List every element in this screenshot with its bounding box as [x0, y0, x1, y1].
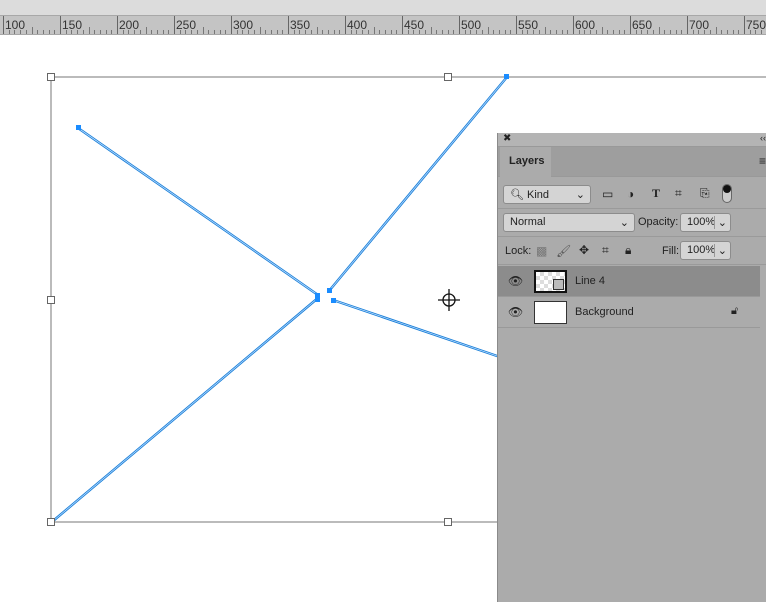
tab-layers[interactable]: Layers [500, 147, 551, 177]
lock-position-move-icon[interactable]: ✥ [579, 243, 589, 257]
layer-name[interactable]: Line 4 [575, 275, 605, 287]
anchor-point [327, 288, 332, 293]
filter-kind-select[interactable]: 🔍︎ Kind ⌄ [503, 185, 591, 204]
shape-filter-icon[interactable]: ⌗ [675, 186, 682, 201]
chevron-down-icon[interactable]: ⌄ [713, 244, 727, 257]
layers-panel: ✖ ‹‹ Layers ≡ 🔍︎ Kind ⌄ ▭ ◑ T ⌗ ⎘ Normal ⌄ O… [497, 133, 766, 602]
adjustment-filter-icon[interactable]: ◑ [627, 187, 634, 201]
anchor-point [315, 297, 320, 302]
search-icon: 🔍︎ [510, 189, 524, 201]
layer-thumbnail [534, 301, 567, 324]
chevron-down-icon: ⌄ [575, 189, 585, 201]
anchor-point [331, 298, 336, 303]
fill-label: Fill: [662, 245, 680, 257]
lock-all-icon[interactable]: 🔒︎ [625, 243, 631, 258]
transform-handle [47, 73, 55, 81]
eye-visibility-icon[interactable]: 👁︎ [508, 305, 523, 319]
layer-row-line-4[interactable]: 👁︎ Line 4 [498, 266, 760, 297]
lock-label: Lock: [505, 245, 532, 257]
anchor-point [76, 125, 81, 130]
anchor-points [76, 74, 509, 303]
fill-field[interactable]: 100% ⌄ [680, 241, 731, 260]
close-panel-icon[interactable]: ✖ [503, 133, 511, 144]
line-shapes [52, 76, 508, 522]
lock-artboard-icon[interactable]: ⌗ [602, 243, 609, 258]
eye-visibility-icon[interactable]: 👁︎ [508, 274, 523, 288]
layer-thumbnail [534, 270, 567, 293]
layer-row-background[interactable]: 👁︎ Background 🔓︎ [498, 297, 760, 328]
crosshair-icon [438, 289, 460, 311]
panel-menu-icon[interactable]: ≡ [759, 154, 766, 168]
transform-handle [444, 518, 452, 526]
layer-name[interactable]: Background [575, 306, 634, 318]
type-filter-icon[interactable]: T [652, 186, 660, 201]
opacity-label: Opacity: [638, 216, 679, 228]
transform-handle [47, 518, 55, 526]
transform-handles [47, 73, 452, 526]
collapse-panel-icon[interactable]: ‹‹ [760, 133, 766, 143]
anchor-point [504, 74, 509, 79]
shape-layer-icon [553, 279, 564, 290]
image-filter-icon[interactable]: ▭ [602, 187, 613, 201]
blend-mode-select[interactable]: Normal ⌄ [503, 213, 635, 232]
lock-icon[interactable]: 🔓︎ [731, 305, 738, 318]
smart-object-filter-icon[interactable]: ⎘ [700, 186, 710, 201]
lock-transparent-icon[interactable]: ▩ [536, 244, 547, 258]
transform-handle [47, 296, 55, 304]
chevron-down-icon: ⌄ [619, 217, 629, 229]
transform-handle [444, 73, 452, 81]
lock-image-brush-icon[interactable]: 🖌︎ [556, 244, 571, 258]
filter-toggle-icon[interactable] [722, 184, 732, 203]
opacity-field[interactable]: 100% ⌄ [680, 213, 731, 232]
chevron-down-icon[interactable]: ⌄ [713, 216, 727, 229]
